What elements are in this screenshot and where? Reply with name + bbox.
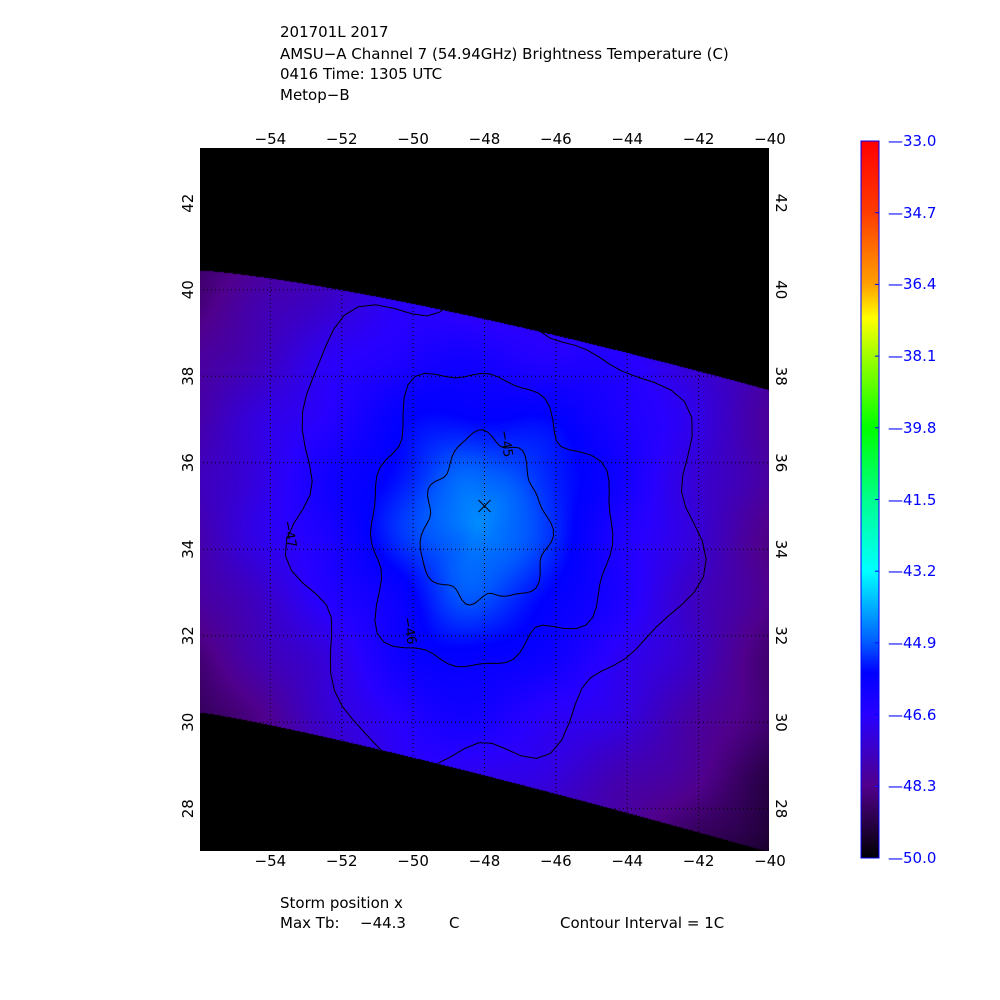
colorbar-tick-label: —48.3: [888, 777, 937, 796]
colorbar-tick-label: —46.6: [888, 705, 937, 724]
y-tick-label-right: 36: [772, 453, 790, 472]
x-tick-label-bottom: −46: [540, 852, 572, 870]
y-tick-label-left: 38: [179, 367, 197, 386]
colorbar-tick-label: —38.1: [888, 347, 937, 366]
x-tick-label-top: −54: [255, 130, 287, 148]
y-tick-label-right: 34: [772, 540, 790, 559]
y-tick-label-left: 34: [179, 540, 197, 559]
contour-line: [284, 282, 707, 770]
map-plot: −54 −54 −52 −52 −50 −50 −48 −48 −46 −46 −44 −44 −42 −…: [179, 130, 880, 870]
y-tick-label-left: 36: [179, 453, 197, 472]
x-tick-label-bottom: −44: [611, 852, 643, 870]
y-tick-label-right: 28: [772, 799, 790, 818]
colorbar-tick-label: —41.5: [888, 490, 937, 509]
colorbar-tick-label: —44.9: [888, 633, 937, 652]
colorbar-tick-label: —50.0: [888, 849, 937, 867]
x-tick-label-top: −40: [754, 130, 786, 148]
contour-line: [419, 429, 555, 606]
colorbar-tick-label: —34.7: [888, 203, 937, 222]
max-tb-value: −44.3: [360, 914, 406, 932]
colorbar-tick-label: —39.8: [888, 418, 937, 437]
y-tick-label-right: 30: [772, 713, 790, 732]
max-tb-label: Max Tb:: [280, 914, 340, 932]
x-tick-label-top: −46: [540, 130, 572, 148]
x-tick-label-top: −52: [326, 130, 358, 148]
contour-interval: Contour Interval = 1C: [560, 914, 725, 932]
y-tick-label-right: 40: [772, 280, 790, 299]
y-tick-label-left: 30: [179, 713, 197, 732]
x-tick-label-top: −42: [683, 130, 715, 148]
y-tick-label-left: 42: [179, 194, 197, 213]
x-tick-label-bottom: −40: [754, 852, 786, 870]
storm-position-legend: Storm position x: [280, 894, 403, 912]
y-tick-label-left: 40: [179, 280, 197, 299]
x-tick-label-bottom: −50: [397, 852, 429, 870]
x-tick-label-bottom: −54: [255, 852, 287, 870]
y-tick-label-right: 32: [772, 626, 790, 645]
y-tick-label-right: 42: [772, 194, 790, 213]
contour-label: −47: [279, 519, 299, 549]
x-tick-label-top: −44: [611, 130, 643, 148]
x-tick-label-bottom: −42: [683, 852, 715, 870]
y-tick-label-left: 28: [179, 799, 197, 818]
colorbar-tick-label: —33.0: [888, 132, 937, 150]
x-tick-label-bottom: −48: [469, 852, 501, 870]
colorbar-tick-label: —43.2: [888, 562, 937, 581]
contour-label: −46: [399, 616, 419, 646]
x-tick-label-top: −48: [469, 130, 501, 148]
storm-position-marker: [478, 499, 491, 513]
contour-label: −45: [496, 429, 516, 459]
x-tick-label-top: −50: [397, 130, 429, 148]
y-tick-label-right: 38: [772, 367, 790, 386]
colorbar-tick-label: —36.4: [888, 275, 937, 294]
y-tick-label-left: 32: [179, 626, 197, 645]
x-tick-label-bottom: −52: [326, 852, 358, 870]
max-tb-unit: C: [449, 914, 460, 932]
